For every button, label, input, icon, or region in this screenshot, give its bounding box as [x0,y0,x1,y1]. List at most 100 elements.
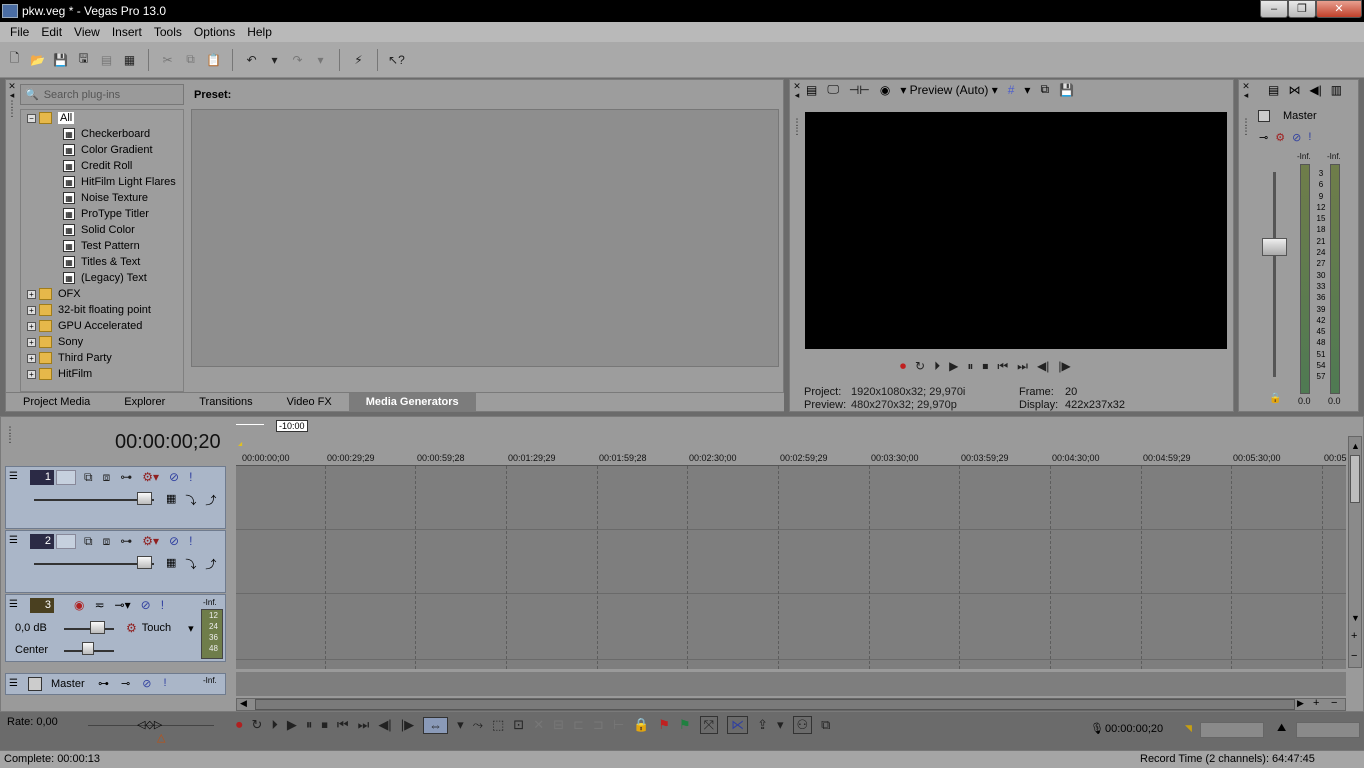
tree-item[interactable]: ▦ Solid Color [21,222,183,238]
tab-project-media[interactable]: Project Media [6,393,107,411]
master-fader-track[interactable] [1273,172,1276,377]
level-slider-knob[interactable] [137,492,152,505]
split-icon[interactable]: ⊢ [613,717,624,733]
tree-folder[interactable]: + HitFilm [21,366,183,382]
mute-icon[interactable]: ⊘ [169,470,179,485]
make-compositing-child-icon[interactable]: ⤵ [185,556,196,572]
lock-icon[interactable]: 🔒 [1269,393,1281,404]
solo-icon[interactable]: ! [1308,131,1311,144]
panel-close-icon[interactable]: ✕ ◂ ⋮ ⋮ [7,82,17,118]
master-track-lane[interactable] [236,672,1346,696]
composite-mode-icon[interactable]: ⊶ [120,534,132,549]
mixer-properties-icon[interactable]: ▤ [1268,83,1279,97]
mute-icon[interactable]: ⊘ [169,534,179,549]
stop-icon[interactable]: ⏹ [321,717,328,733]
properties-icon[interactable]: ▦ [121,51,138,68]
scroll-down-icon[interactable]: ▼ [1351,613,1360,623]
make-compositing-parent-icon[interactable]: ⤴ [205,492,216,508]
tree-item-all[interactable]: − All [21,110,183,126]
enable-snapping-icon[interactable]: ⤧ [699,716,719,734]
tree-item[interactable]: ▦ HitFilm Light Flares [21,174,183,190]
undo-icon[interactable]: ↶ [243,51,260,68]
solo-icon[interactable]: ! [189,534,192,549]
timeline-master-bus[interactable]: ☰ Master ⊶ ⊸ ⊘ ! -Inf. [5,673,226,695]
tree-folder[interactable]: + GPU Accelerated [21,318,183,334]
external-monitor-icon[interactable]: 🖵 [827,82,839,97]
preview-close-icon[interactable]: ✕ ◂ ⋮ ⋮ [792,82,802,136]
master-fader-knob[interactable] [1262,238,1287,256]
save-as-icon[interactable]: 🖫 [75,51,92,68]
insert-region-icon[interactable]: ⚑ [679,717,691,733]
tree-item[interactable]: ▦ ProType Titler [21,206,183,222]
go-to-start-icon[interactable]: ⏮ [997,359,1008,374]
bus-fx-icon[interactable]: ⊸ [121,677,130,690]
downmix-icon[interactable]: ⋈ [1288,83,1300,97]
record-icon[interactable]: ⏺ [236,717,243,733]
track-zoom-out-icon[interactable]: − [1351,650,1357,662]
menu-edit[interactable]: Edit [35,25,68,39]
expand-icon[interactable]: + [27,369,36,379]
zoom-out-icon[interactable]: − [1331,697,1337,709]
expand-icon[interactable]: + [27,321,36,331]
undo-dropdown-icon[interactable]: ▾ [266,51,283,68]
solo-icon[interactable]: ! [189,470,192,485]
zoom-in-icon[interactable]: + [1313,697,1319,709]
pause-icon[interactable]: ⏸ [306,717,313,733]
next-frame-icon[interactable]: |▶ [1058,359,1070,374]
tab-transitions[interactable]: Transitions [182,393,269,411]
ignore-event-grouping-icon[interactable]: ⧉ [821,717,830,733]
track-header-3[interactable]: ☰ 3 ◉ ≂ ⊸▾ ⊘ ! 0,0 dB ⚙ Touch ▾ Center -… [5,594,226,662]
pan-slider-knob[interactable] [82,642,94,655]
enable-snapping-icon[interactable]: ⚡ [350,51,367,68]
track-minimize-icon[interactable]: ☰ [9,599,18,610]
trim-icon[interactable]: ⊟ [553,717,564,733]
solo-icon[interactable]: ! [161,598,164,612]
preview-quality-dropdown[interactable]: ▾ Preview (Auto) ▾ [900,83,997,97]
mixer-meters-icon[interactable]: ▥ [1331,83,1342,97]
track-header-1[interactable]: ☰ 1 ⧉ ⧈ ⊶ ⚙▾ ⊘ ! ▦ ⤵ ⤴ [5,466,226,529]
envelope-edit-tool-icon[interactable]: ⤳ [473,717,483,733]
tab-video-fx[interactable]: Video FX [270,393,349,411]
search-input[interactable]: Search plug-ins [44,89,120,101]
preview-properties-icon[interactable]: ▤ [806,83,817,97]
tree-folder[interactable]: +32-bit floating point [21,302,183,318]
scroll-thumb[interactable] [255,699,1295,710]
rate-default-marker-icon[interactable]: △ [157,731,165,744]
search-plugins-field[interactable]: 🔍 Search plug-ins [20,84,184,105]
scroll-up-icon[interactable]: ▲ [1351,441,1360,451]
tree-item[interactable]: ▦ Titles & Text [21,254,183,270]
tree-folder[interactable]: + OFX [21,286,183,302]
ripple-dropdown-icon[interactable]: ▾ [777,717,784,733]
collapse-icon[interactable]: − [27,113,36,123]
expand-keyframes-icon[interactable]: ▦ [166,556,176,572]
mixer-close-icon[interactable]: ✕ ◂ ⋮ ⋮ [1241,82,1251,136]
dim-output-icon[interactable]: ◀| [1309,83,1321,97]
arm-for-record-icon[interactable]: ◉ [74,598,84,612]
play-icon[interactable]: ▶ [949,359,958,374]
preview-screen[interactable] [805,112,1227,349]
trim-start-icon[interactable]: ⊏ [573,717,584,733]
go-to-start-icon[interactable]: ⏮ [337,717,349,733]
copy-snapshot-icon[interactable]: ⧉ [1040,82,1049,97]
level-slider-knob[interactable] [137,556,152,569]
mute-icon[interactable]: ⊘ [1292,131,1301,144]
invert-phase-icon[interactable]: ≂ [94,598,104,612]
rate-slider-knob[interactable]: ◁◇▷ [137,718,162,731]
track-motion-icon[interactable]: ⧉ [84,534,93,549]
track-motion-icon[interactable]: ⧉ [84,470,93,485]
normal-edit-tool-icon[interactable]: ⇔ [423,716,449,734]
maximize-button[interactable]: ❐ [1288,0,1316,18]
tree-item[interactable]: ▦ (Legacy) Text [21,270,183,286]
tree-item[interactable]: ▦ Credit Roll [21,158,183,174]
menu-view[interactable]: View [68,25,106,39]
record-icon[interactable]: ⏺ [900,359,906,374]
overlays-dropdown-icon[interactable]: ▾ [1024,83,1030,97]
level-slider-track[interactable] [34,563,154,565]
expand-icon[interactable]: + [27,353,36,363]
master-minimize-icon[interactable]: ☰ [9,678,18,689]
make-compositing-child-icon[interactable]: ⤵ [185,492,196,508]
menu-tools[interactable]: Tools [148,25,188,39]
lock-icon[interactable]: 🔒 [633,717,649,733]
next-frame-icon[interactable]: |▶ [401,717,414,733]
cursor-time-field[interactable]: 00:00:00;20 [1105,723,1171,738]
